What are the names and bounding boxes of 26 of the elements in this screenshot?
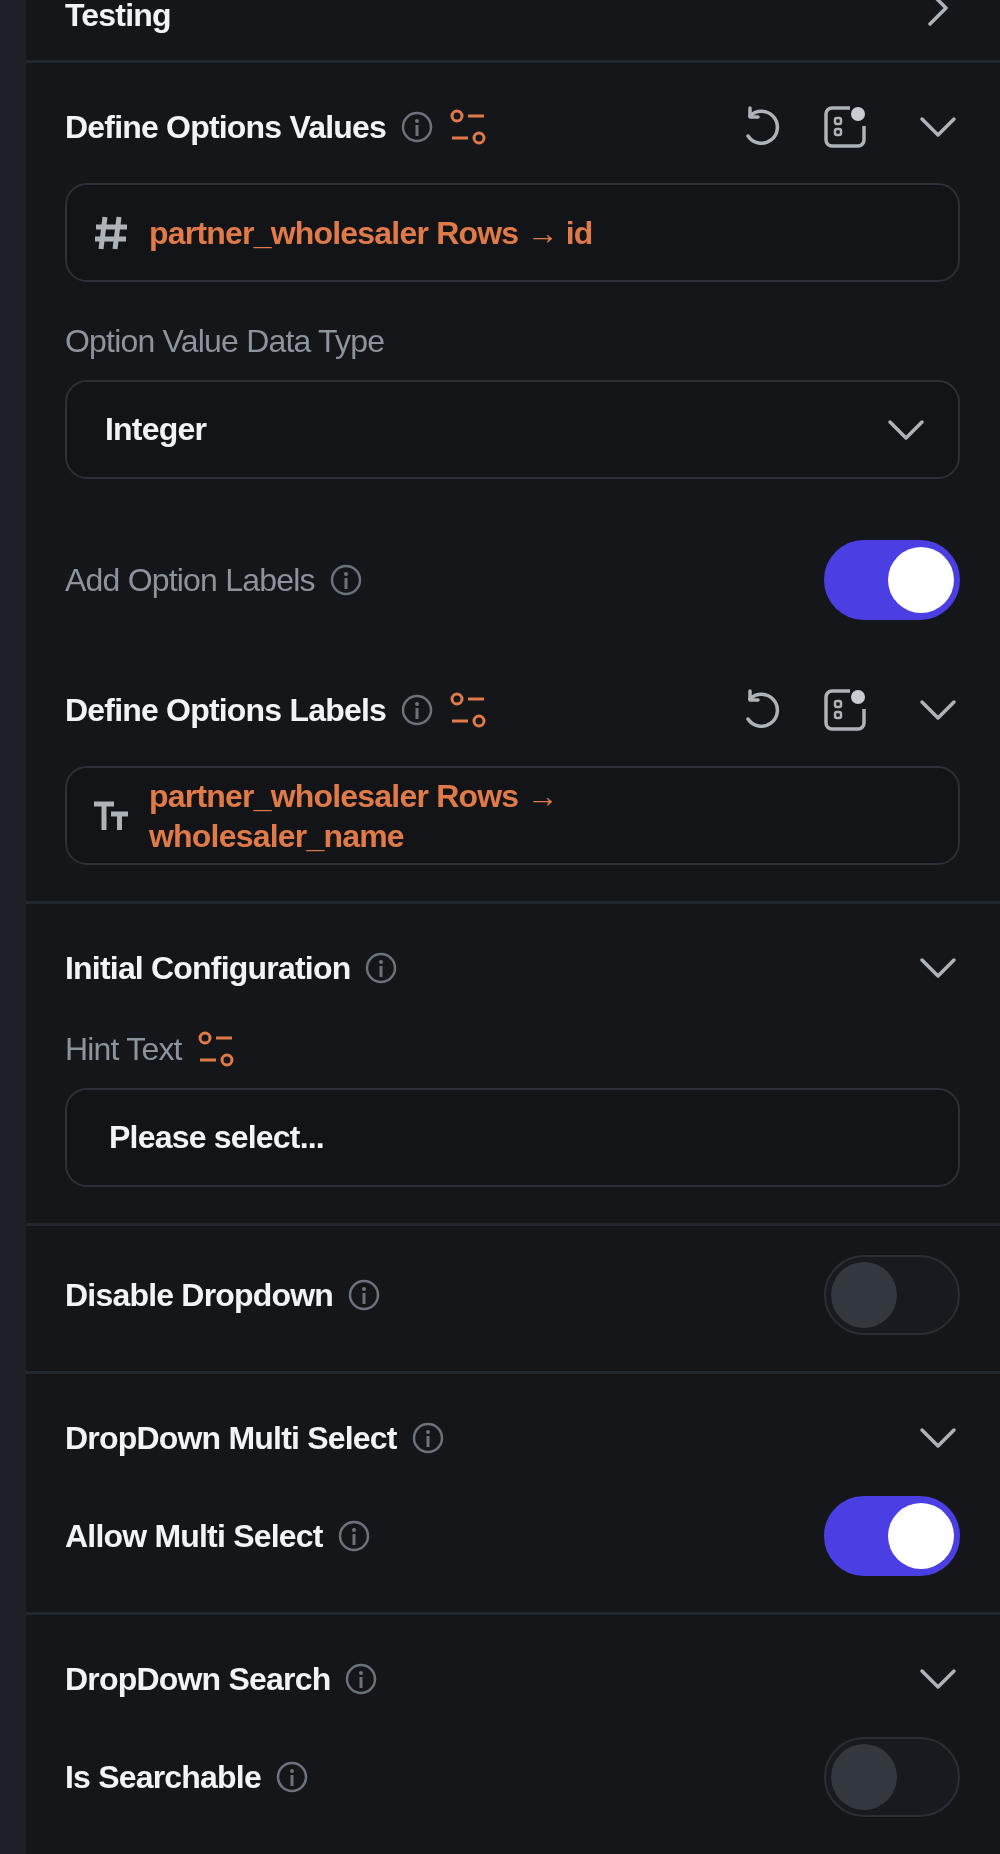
info-icon[interactable] xyxy=(274,1760,309,1794)
info-icon[interactable] xyxy=(410,1421,445,1455)
info-icon[interactable] xyxy=(328,563,363,597)
toggle-label: Add Option Labels xyxy=(65,561,315,599)
field-label: Option Value Data Type xyxy=(65,322,385,360)
section-title: Define Options Labels xyxy=(65,691,387,729)
section-title: DropDown Multi Select xyxy=(65,1419,397,1457)
field-label: Hint Text xyxy=(65,1030,182,1068)
info-icon[interactable] xyxy=(400,110,435,144)
info-icon[interactable] xyxy=(347,1278,382,1312)
info-icon[interactable] xyxy=(344,1662,379,1696)
section-title: Define Options Values xyxy=(65,108,387,146)
input-field[interactable]: Please select... xyxy=(65,1088,960,1187)
toggle-label: Allow Multi Select xyxy=(65,1517,323,1555)
toggle-label: Disable Dropdown xyxy=(65,1276,334,1314)
binding-field[interactable]: partner_wholesaler Rows → wholesaler_name xyxy=(65,766,960,865)
section-title: Initial Configuration xyxy=(65,949,351,987)
select-field[interactable]: Integer xyxy=(65,380,960,479)
section-title: DropDown Search xyxy=(65,1660,331,1698)
info-icon[interactable] xyxy=(336,1519,371,1553)
widget-icon[interactable] xyxy=(822,687,868,733)
binding-field[interactable]: partner_wholesaler Rows → id xyxy=(65,183,960,282)
info-icon[interactable] xyxy=(400,693,435,727)
toggle-label: Is Searchable xyxy=(65,1758,261,1796)
widget-icon[interactable] xyxy=(822,104,868,150)
info-icon[interactable] xyxy=(364,951,399,985)
